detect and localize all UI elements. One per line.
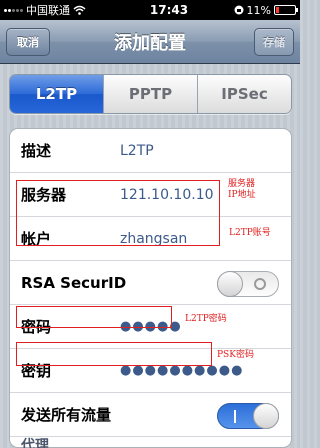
description-label: 描述 — [21, 142, 52, 160]
server-account-highlight — [16, 180, 220, 246]
tab-pptp[interactable]: PPTP — [103, 75, 197, 113]
lock-rotation-icon — [234, 5, 244, 15]
send-all-traffic-label: 发送所有流量 — [21, 406, 112, 424]
vpn-type-segmented-control: L2TP PPTP IPSec — [9, 74, 292, 114]
navigation-bar: 取消 添加配置 存储 — [0, 20, 300, 64]
wifi-icon — [73, 5, 86, 15]
proxy-section-header: 代理 — [21, 438, 49, 448]
rsa-securid-row: RSA SecurID — [10, 261, 291, 305]
toggle-off-mark-icon — [254, 278, 266, 290]
page-title: 添加配置 — [114, 32, 186, 54]
server-annotation: 服务器 — [228, 179, 256, 189]
vpn-settings-group: 描述 L2TP 服务器 121.10.10.10 帐户 zhangsan RSA… — [9, 128, 292, 448]
password-highlight — [16, 306, 172, 328]
ip-annotation: IP地址 — [228, 190, 256, 200]
rsa-securid-toggle[interactable] — [217, 271, 279, 297]
send-all-traffic-toggle[interactable] — [217, 403, 279, 429]
status-bar: 中国联通 17:43 11% — [0, 0, 300, 20]
psk-annotation: PSK密码 — [217, 350, 254, 360]
battery-percent: 11% — [246, 3, 271, 17]
description-row[interactable]: 描述 L2TP — [10, 129, 291, 173]
signal-icon — [4, 8, 23, 12]
save-button[interactable]: 存储 — [254, 28, 294, 56]
cancel-button[interactable]: 取消 — [6, 28, 50, 56]
secret-highlight — [16, 342, 212, 366]
toggle-knob — [253, 403, 279, 429]
description-field[interactable]: L2TP — [120, 143, 154, 159]
carrier-label: 中国联通 — [26, 4, 70, 17]
status-time: 17:43 — [149, 3, 189, 17]
tab-l2tp[interactable]: L2TP — [10, 75, 103, 113]
rsa-securid-label: RSA SecurID — [21, 273, 127, 292]
battery-icon — [274, 5, 298, 15]
toggle-knob — [217, 271, 243, 297]
toggle-on-mark-icon — [234, 410, 236, 423]
tab-ipsec[interactable]: IPSec — [197, 75, 291, 113]
password-annotation: L2TP密码 — [185, 314, 227, 324]
account-annotation: L2TP账号 — [229, 228, 271, 238]
send-all-traffic-row: 发送所有流量 — [10, 393, 291, 437]
